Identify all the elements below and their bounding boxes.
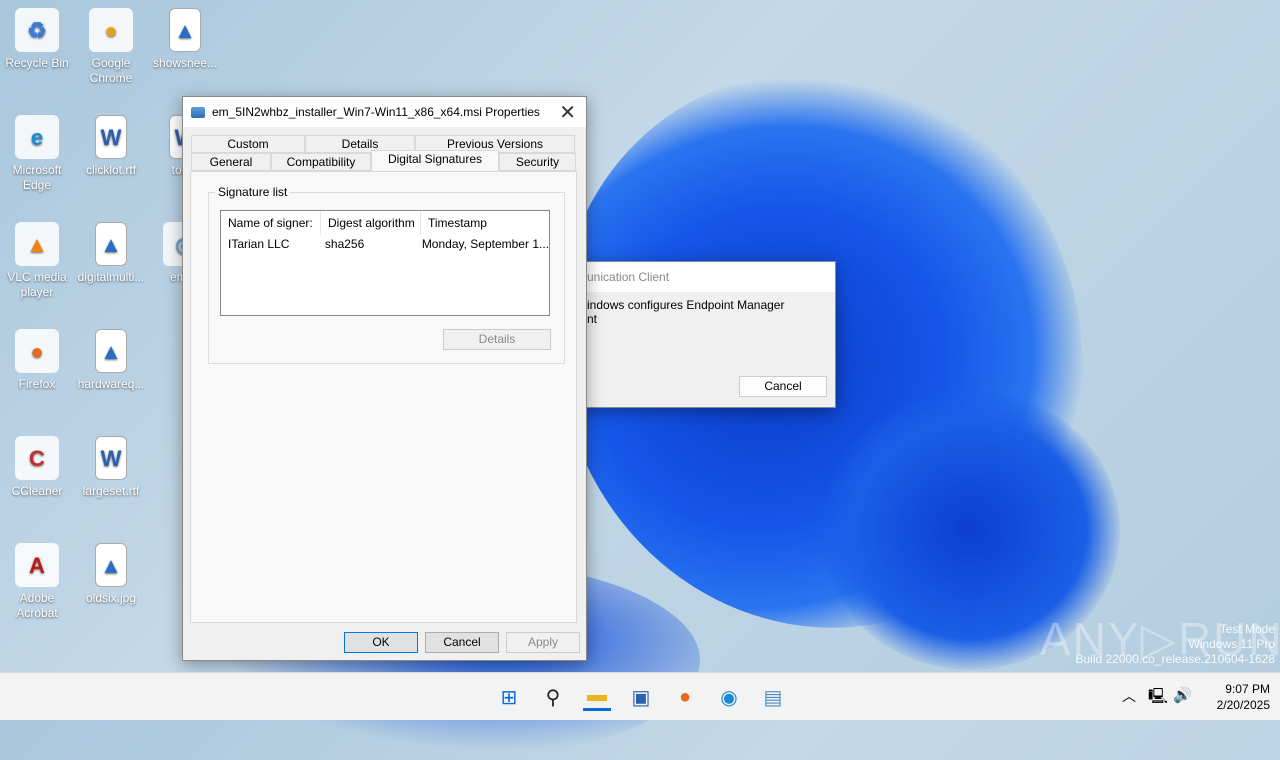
desktop-icon[interactable]: ▲ oldsix.jpg [74,543,148,606]
time: 9:07 PM [1225,682,1270,696]
network-icon[interactable]: 🖳 [1148,686,1168,711]
desktop-icon-label: CCleaner [11,484,63,498]
date: 2/20/2025 [1216,698,1270,712]
taskbar: ⊞ ⚲ ▬ ▣ ● ◉ ▤ ︿ 🖳 🔊 9:07 PM 2/20/2025 [0,672,1280,720]
desktop-icon-label: Microsoft Edge [12,163,62,192]
desktop-icon-image: ● [15,329,59,373]
desktop-icon[interactable]: Wclicklot.rtf [74,115,148,178]
desktop-icon-image: ▲ [95,543,127,587]
tab-digital-signatures[interactable]: Digital Signatures [371,150,499,171]
desktop-icon-image: e [15,115,59,159]
watermark-line: Test Mode [1219,622,1275,636]
signature-list[interactable]: Name of signer: Digest algorithm Timesta… [220,210,550,316]
desktop-icon[interactable]: Wlargeset.rtf [74,436,148,499]
timestamp-cell: Monday, September 1... [421,237,549,251]
table-row[interactable]: ITarian LLC sha256 Monday, September 1..… [221,235,549,253]
desktop-icon-label: digitalmulti... [77,270,145,284]
desktop-icon[interactable]: e Microsoft Edge [0,115,74,193]
desktop-icon[interactable]: ▲ digitalmulti... [74,222,148,285]
column-header[interactable]: Digest algorithm [321,211,421,235]
test-mode-watermark: Test Mode Windows 11 Pro Build 22000.co_… [1076,622,1276,667]
desktop-icon[interactable]: C CCleaner [0,436,74,499]
clock[interactable]: 9:07 PM 2/20/2025 [1200,681,1270,713]
watermark-line: Windows 11 Pro [1188,637,1275,651]
window-title: em_5IN2whbz_installer_Win7-Win11_x86_x64… [212,105,540,119]
cancel-button[interactable]: Cancel [739,376,827,397]
search-icon[interactable]: ⚲ [539,683,567,711]
desktop-icon-label: Firefox [18,377,56,391]
volume-icon[interactable]: 🔊 [1173,686,1192,704]
tab-row-front: General Compatibility Digital Signatures… [191,150,576,171]
tab-panel: Signature list Name of signer: Digest al… [190,171,577,623]
communication-client-dialog: unication Client indows configures Endpo… [560,261,836,408]
desktop-icon[interactable]: A Adobe Acrobat [0,543,74,621]
details-button[interactable]: Details [443,329,551,350]
desktop-icon-label: showsnee... [152,56,218,70]
desktop-icon[interactable]: ● Firefox [0,329,74,392]
desktop-icon-image: W [95,115,127,159]
desktop-icon-label: Recycle Bin [5,56,69,70]
tab-security[interactable]: Security [499,153,576,171]
desktop-icon-image: W [95,436,127,480]
title-bar: em_5IN2whbz_installer_Win7-Win11_x86_x64… [183,97,586,127]
desktop-icon[interactable]: ▲ hardwareq... [74,329,148,392]
installer-icon[interactable]: ▤ [759,683,787,711]
dialog-title: unication Client [561,262,835,292]
desktop-icon-label: clicklot.rtf [85,163,136,177]
start-icon[interactable]: ⊞ [495,683,523,711]
tab-general[interactable]: General [191,153,271,171]
properties-dialog: em_5IN2whbz_installer_Win7-Win11_x86_x64… [182,96,587,661]
tab-compatibility[interactable]: Compatibility [271,153,371,171]
watermark-line: Build 22000.co_release.210604-1628 [1075,652,1276,666]
signer-cell: ITarian LLC [228,237,290,251]
desktop-icon-label: Google Chrome [89,56,133,85]
chevron-up-icon[interactable]: ︿ [1122,686,1136,706]
digest-cell: sha256 [324,237,365,251]
desktop-icon-label: oldsix.jpg [85,591,137,605]
column-header[interactable]: Name of signer: [221,211,321,235]
desktop-icon-image: C [15,436,59,480]
message-line: nt [587,312,598,326]
desktop-icon-label: VLC media player [7,270,67,299]
desktop-icon[interactable]: ● Google Chrome [74,8,148,86]
desktop-icon-label: largeset.rtf [82,484,140,498]
group-label: Signature list [215,185,291,199]
desktop-icon-label: Adobe Acrobat [16,591,58,620]
desktop-icon-image: ▲ [95,222,127,266]
close-icon[interactable]: ✕ [559,100,576,125]
firefox-icon[interactable]: ● [671,683,699,711]
desktop-icon-image: ▲ [15,222,59,266]
desktop-icon[interactable]: ▲ VLC media player [0,222,74,300]
tab-custom[interactable]: Custom [191,135,305,153]
dialog-message: indows configures Endpoint Manager nt [587,298,784,326]
desktop-icon[interactable]: ♻ Recycle Bin [0,8,74,71]
desktop-icon-image: ● [89,8,133,52]
desktop-icon-image: ▲ [95,329,127,373]
apply-button[interactable]: Apply [506,632,580,653]
desktop-icon-label: hardwareq... [77,377,145,391]
column-header[interactable]: Timestamp [421,211,487,235]
list-header: Name of signer: Digest algorithm Timesta… [221,211,549,235]
cancel-button[interactable]: Cancel [425,632,499,653]
edge-icon[interactable]: ◉ [715,683,743,711]
file-explorer-icon[interactable]: ▬ [583,683,611,711]
desktop-icon-image: ♻ [15,8,59,52]
desktop-icon[interactable]: ▲ showsnee... [148,8,222,71]
desktop-icon-image: ▲ [169,8,201,52]
desktop-icon-image: A [15,543,59,587]
ok-button[interactable]: OK [344,632,418,653]
msi-file-icon [191,106,205,118]
message-line: indows configures Endpoint Manager [587,298,785,312]
store-icon[interactable]: ▣ [627,683,655,711]
